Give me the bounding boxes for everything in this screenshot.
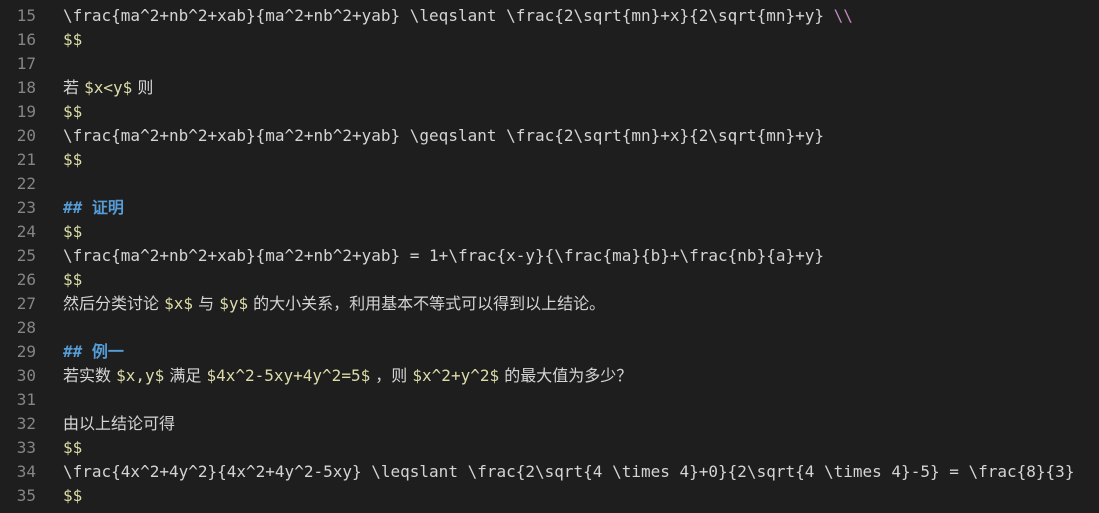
code-token: $$ (63, 222, 83, 241)
code-token: 然后分类讨论 (63, 294, 165, 313)
code-line[interactable]: 25 \frac{ma^2+nb^2+xab}{ma^2+nb^2+yab} = … (0, 244, 1099, 268)
line-number: 28 (16, 318, 36, 337)
line-number: 21 (16, 150, 36, 169)
line-number: 30 (16, 366, 36, 385)
code-token: $x^2+y^2$ (412, 366, 500, 385)
line-number: 25 (16, 246, 36, 265)
line-number: 17 (16, 54, 36, 73)
line-content: \frac{4x^2+4y^2}{4x^2+4y^2-5xy} \leqslan… (63, 460, 1074, 484)
line-number: 15 (16, 6, 36, 25)
code-line[interactable]: 17 (0, 52, 1099, 76)
line-content: $$ (63, 100, 82, 124)
code-line[interactable]: 32 由以上结论可得 (0, 412, 1099, 436)
code-editor[interactable]: 15 \frac{ma^2+nb^2+xab}{ma^2+nb^2+yab} \l… (0, 0, 1099, 513)
line-number: 35 (16, 486, 36, 505)
code-token: $x,y$ (116, 366, 165, 385)
code-token: 例一 (91, 342, 124, 361)
line-content: \frac{ma^2+nb^2+xab}{ma^2+nb^2+yab} \geq… (63, 124, 824, 148)
code-line[interactable]: 20 \frac{ma^2+nb^2+xab}{ma^2+nb^2+yab} \g… (0, 124, 1099, 148)
code-token: 满足 (164, 366, 207, 385)
line-number: 22 (16, 174, 36, 193)
line-content: $$ (63, 28, 82, 52)
line-number: 16 (16, 30, 36, 49)
code-token: $y$ (219, 294, 249, 313)
code-token: ## (63, 342, 92, 361)
line-number: 33 (16, 438, 36, 457)
code-token: \\ (833, 6, 853, 25)
code-token: \frac{ma^2+nb^2+xab}{ma^2+nb^2+yab} = 1+… (63, 246, 824, 265)
line-number: 34 (16, 462, 36, 481)
code-token: $$ (63, 486, 83, 505)
code-token: $$ (63, 438, 83, 457)
code-line[interactable]: 21 $$ (0, 148, 1099, 172)
line-number: 26 (16, 270, 36, 289)
code-line[interactable]: 26 $$ (0, 268, 1099, 292)
code-token: 若实数 (63, 366, 117, 385)
code-token: 与 (193, 294, 220, 313)
code-line[interactable]: 16 $$ (0, 28, 1099, 52)
line-number: 23 (16, 198, 36, 217)
line-number: 24 (16, 222, 36, 241)
code-line[interactable]: 22 (0, 172, 1099, 196)
line-content: \frac{ma^2+nb^2+xab}{ma^2+nb^2+yab} = 1+… (63, 244, 824, 268)
line-number: 20 (16, 126, 36, 145)
code-line[interactable]: 33 $$ (0, 436, 1099, 460)
code-token: ## (63, 198, 92, 217)
code-line[interactable]: 27 然后分类讨论 $x$ 与 $y$ 的大小关系，利用基本不等式可以得到以上结论… (0, 292, 1099, 316)
code-line[interactable]: 31 (0, 388, 1099, 412)
code-token: $$ (63, 270, 83, 289)
line-content: 由以上结论可得 (63, 412, 175, 436)
line-content: 然后分类讨论 $x$ 与 $y$ 的大小关系，利用基本不等式可以得到以上结论。 (63, 292, 605, 316)
code-token: $$ (63, 150, 83, 169)
code-token: 若 (63, 78, 85, 97)
line-number: 32 (16, 414, 36, 433)
code-line[interactable]: 18 若 $x<y$ 则 (0, 76, 1099, 100)
line-number: 19 (16, 102, 36, 121)
line-content: $$ (63, 436, 82, 460)
code-token: \frac{4x^2+4y^2}{4x^2+4y^2-5xy} \leqslan… (63, 462, 1075, 481)
code-token: 则 (132, 78, 154, 97)
code-line[interactable]: 19 $$ (0, 100, 1099, 124)
code-line[interactable]: 28 (0, 316, 1099, 340)
code-token: $4x^2-5xy+4y^2=5$ (206, 366, 371, 385)
code-token: ，则 (370, 366, 413, 385)
line-number: 18 (16, 78, 36, 97)
code-token: \frac{ma^2+nb^2+xab}{ma^2+nb^2+yab} \leq… (63, 6, 834, 25)
code-token: $$ (63, 30, 83, 49)
line-content: ## 例一 (63, 340, 124, 364)
line-number: 29 (16, 342, 36, 361)
line-content: 若 $x<y$ 则 (63, 76, 153, 100)
code-token: 的最大值为多少？ (499, 366, 633, 385)
code-line[interactable]: 15 \frac{ma^2+nb^2+xab}{ma^2+nb^2+yab} \l… (0, 4, 1099, 28)
code-token: 的大小关系，利用基本不等式可以得到以上结论。 (248, 294, 606, 313)
line-number: 31 (16, 390, 36, 409)
line-content: $$ (63, 148, 82, 172)
line-content: ## 证明 (63, 196, 124, 220)
code-token: 由以上结论可得 (63, 414, 176, 433)
line-number: 27 (16, 294, 36, 313)
code-line[interactable]: 34 \frac{4x^2+4y^2}{4x^2+4y^2-5xy} \leqsl… (0, 460, 1099, 484)
code-line[interactable]: 23 ## 证明 (0, 196, 1099, 220)
code-line[interactable]: 35 $$ (0, 484, 1099, 508)
code-line[interactable]: 29 ## 例一 (0, 340, 1099, 364)
code-token: $$ (63, 102, 83, 121)
line-content: \frac{ma^2+nb^2+xab}{ma^2+nb^2+yab} \leq… (63, 4, 853, 28)
code-token: $x$ (164, 294, 193, 313)
line-content: $$ (63, 268, 82, 292)
code-line[interactable]: 30 若实数 $x,y$ 满足 $4x^2-5xy+4y^2=5$ ，则 $x^2… (0, 364, 1099, 388)
code-token: $x<y$ (84, 78, 133, 97)
line-content: $$ (63, 484, 82, 508)
code-token: \frac{ma^2+nb^2+xab}{ma^2+nb^2+yab} \geq… (63, 126, 824, 145)
line-content: 若实数 $x,y$ 满足 $4x^2-5xy+4y^2=5$ ，则 $x^2+y… (63, 364, 632, 388)
line-content: $$ (63, 220, 82, 244)
code-line[interactable]: 24 $$ (0, 220, 1099, 244)
code-token: 证明 (91, 198, 124, 217)
